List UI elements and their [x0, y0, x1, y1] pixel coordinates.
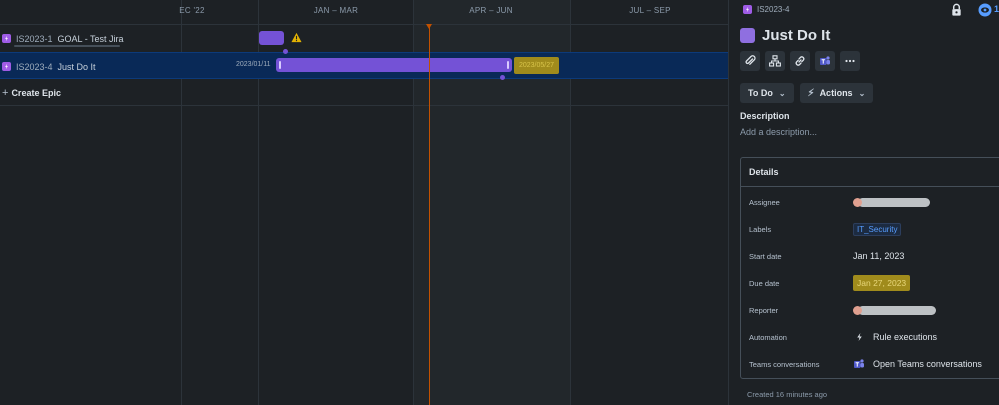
issue-key[interactable]: IS2023-1 — [16, 34, 53, 44]
breadcrumb-key[interactable]: IS2023-4 — [757, 5, 789, 14]
add-child-button[interactable] — [765, 51, 785, 71]
field-label: Reporter — [749, 305, 779, 315]
plus-icon: + — [2, 86, 9, 99]
avatar — [853, 197, 862, 207]
timeline-row[interactable]: IS2023-1 GOAL - Test Jira — [0, 25, 728, 52]
child-issue-icon — [769, 55, 781, 67]
epic-icon — [743, 5, 752, 14]
labels-row: Labels IT_Security — [749, 222, 999, 236]
issue-title[interactable]: GOAL - Test Jira — [58, 34, 124, 44]
actions-dropdown[interactable]: ⚡︎ Actions ⌄ — [799, 83, 874, 103]
details-header[interactable]: Details — [741, 158, 999, 187]
field-label: Teams conversations — [749, 359, 820, 369]
link-issue-button[interactable] — [790, 51, 810, 71]
attach-button[interactable] — [740, 51, 760, 71]
redacted-name — [858, 197, 930, 207]
teams-link[interactable]: Open Teams conversations — [853, 358, 982, 370]
status-dropdown[interactable]: To Do ⌄ — [740, 83, 794, 103]
field-label: Start date — [749, 251, 782, 261]
row-label[interactable]: IS2023-1 GOAL - Test Jira — [2, 25, 124, 52]
actions-label: Actions — [819, 88, 853, 98]
chevron-down-icon: ⌄ — [778, 88, 786, 98]
bar-start-date: 2023/01/11 — [236, 61, 271, 68]
start-date-row: Start date Jan 11, 2023 — [749, 249, 999, 263]
automation-link[interactable]: Rule executions — [853, 331, 937, 343]
automation-value: Rule executions — [873, 332, 938, 342]
field-label: Labels — [749, 224, 772, 234]
details-section: Details Assignee Labels IT_Security Star… — [740, 157, 999, 379]
dependency-dot[interactable] — [283, 49, 288, 54]
create-epic-row[interactable]: + Create Epic — [0, 79, 728, 106]
reporter-row: Reporter — [749, 303, 999, 317]
redacted-name — [858, 305, 936, 315]
timeline-header: EC '22 JAN – MAR APR – JUN JUL – SEP — [0, 0, 728, 25]
lightning-icon — [853, 331, 865, 343]
warning-icon[interactable] — [291, 32, 302, 43]
column-label: JUL – SEP — [629, 6, 671, 15]
watch-count[interactable]: 1 — [994, 4, 999, 14]
attachment-icon — [745, 55, 756, 65]
row-label[interactable]: IS2023-4 Just Do It — [2, 53, 96, 80]
assignee-value[interactable] — [853, 197, 930, 207]
dependency-dot[interactable] — [500, 75, 505, 80]
status-row: To Do ⌄ ⚡︎ Actions ⌄ — [740, 83, 874, 103]
bar-due-date: 2023/05/27 — [514, 57, 559, 74]
eye-icon[interactable] — [978, 3, 992, 17]
resize-handle-start[interactable] — [279, 61, 281, 69]
create-epic-label: Create Epic — [11, 87, 61, 98]
create-epic-button[interactable]: + Create Epic — [2, 79, 61, 106]
assignee-row: Assignee — [749, 195, 999, 209]
resize-handle-end[interactable] — [507, 61, 509, 69]
issue-detail-panel: IS2023-4 1 Just Do It To Do ⌄ ⚡︎ Actions… — [728, 0, 999, 405]
description-heading: Description — [740, 111, 790, 121]
link-icon — [795, 56, 805, 66]
app-root: EC '22 JAN – MAR APR – JUN JUL – SEP IS2… — [0, 0, 999, 405]
lightning-icon: ⚡︎ — [807, 87, 815, 99]
epic-color-swatch[interactable] — [740, 28, 755, 43]
column-label: APR – JUN — [469, 6, 513, 15]
breadcrumb[interactable]: IS2023-4 — [743, 5, 789, 14]
teams-icon — [853, 358, 865, 370]
avatar — [853, 305, 862, 315]
timeline-view: EC '22 JAN – MAR APR – JUN JUL – SEP IS2… — [0, 0, 728, 405]
due-date-row: Due date Jan 27, 2023 — [749, 275, 999, 291]
field-label: Automation — [749, 332, 787, 342]
issue-title[interactable]: Just Do It — [762, 27, 830, 44]
today-line — [429, 25, 430, 405]
teams-button[interactable] — [815, 51, 835, 71]
created-timestamp: Created 16 minutes ago — [747, 390, 828, 399]
field-label: Assignee — [749, 197, 780, 207]
chevron-down-icon: ⌄ — [858, 88, 866, 98]
teams-icon — [820, 56, 830, 65]
more-button[interactable] — [840, 51, 860, 71]
status-value: To Do — [748, 88, 773, 98]
issue-key[interactable]: IS2023-4 — [16, 62, 53, 72]
teams-row: Teams conversations Open Teams conversat… — [749, 357, 999, 371]
start-date-value[interactable]: Jan 11, 2023 — [853, 251, 904, 261]
field-label: Due date — [749, 278, 780, 288]
reporter-value[interactable] — [853, 305, 936, 315]
description-field[interactable]: Add a description... — [740, 127, 817, 137]
automation-row: Automation Rule executions — [749, 330, 999, 344]
epic-bar[interactable] — [259, 31, 284, 45]
epic-icon — [2, 34, 11, 43]
column-label: JAN – MAR — [313, 6, 359, 15]
epic-bar-selected[interactable] — [276, 58, 512, 72]
teams-value: Open Teams conversations — [873, 359, 982, 369]
epic-icon — [2, 62, 11, 71]
issue-toolbar — [740, 51, 860, 71]
due-date-value[interactable]: Jan 27, 2023 — [853, 275, 911, 291]
progress-underline — [14, 45, 120, 47]
issue-title[interactable]: Just Do It — [58, 62, 96, 72]
lock-icon[interactable] — [950, 3, 963, 17]
column-label: EC '22 — [179, 6, 205, 15]
label-chip[interactable]: IT_Security — [853, 222, 902, 236]
issue-title-row: Just Do It — [740, 27, 830, 44]
more-icon — [845, 59, 855, 63]
